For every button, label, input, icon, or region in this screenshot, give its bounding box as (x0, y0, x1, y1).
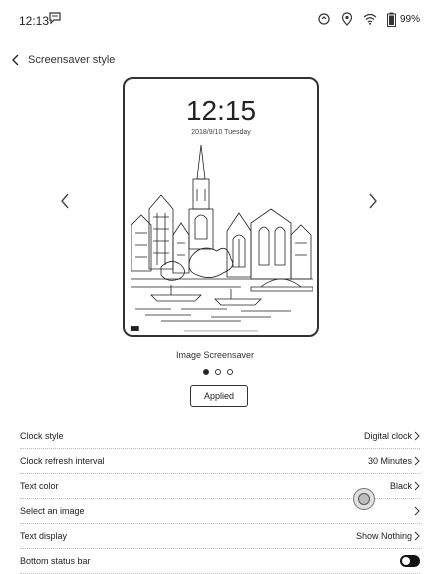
setting-label: Select an image (20, 506, 85, 516)
floating-navigation-ball[interactable] (353, 488, 375, 510)
setting-label: Clock refresh interval (20, 456, 105, 466)
sync-icon (318, 13, 330, 25)
chevron-right-icon (414, 531, 420, 541)
header: Screensaver style (10, 50, 115, 70)
preview-date: 2018/9/10 Tuesday (191, 129, 251, 136)
page-indicator (203, 369, 233, 375)
screensaver-preview: 12:15 2018/9/10 Tuesday (123, 77, 319, 337)
battery-icon (386, 12, 396, 27)
page-dot-1[interactable] (203, 369, 209, 375)
chevron-right-icon (414, 456, 420, 466)
setting-label: Bottom status bar (20, 556, 91, 566)
setting-value: Show Nothing (355, 531, 412, 541)
setting-row-clock-refresh-interval[interactable]: Clock refresh interval 30 Minutes (20, 449, 420, 474)
preview-clock: 12:15 (185, 95, 257, 126)
chevron-right-icon (414, 431, 420, 441)
page-dot-3[interactable] (227, 369, 233, 375)
wifi-icon (363, 13, 377, 25)
city-sketch-image (131, 144, 313, 322)
location-icon (341, 12, 353, 26)
back-chevron-icon[interactable] (10, 53, 22, 67)
status-icons: 99% (317, 10, 420, 28)
setting-row-bottom-status-bar: Bottom status bar (20, 549, 420, 574)
setting-label: Clock style (20, 431, 64, 441)
setting-value: Digital clock (363, 431, 412, 441)
setting-label: Text display (20, 531, 68, 541)
status-bar: 12:13 99% (0, 0, 430, 40)
battery-percent: 99% (399, 13, 420, 25)
next-style-chevron-icon[interactable] (366, 190, 380, 212)
previous-style-chevron-icon[interactable] (58, 190, 72, 212)
preview-status-bar (130, 326, 259, 332)
setting-label: Text color (20, 481, 59, 491)
status-time: 12:13 (19, 14, 50, 28)
applied-button[interactable]: Applied (190, 385, 248, 407)
page-dot-2[interactable] (215, 369, 221, 375)
bottom-status-bar-toggle[interactable] (400, 555, 420, 567)
setting-value: 30 Minutes (367, 456, 412, 466)
chevron-right-icon (414, 481, 420, 491)
screensaver-caption: Image Screensaver (175, 350, 255, 360)
setting-row-text-display[interactable]: Text display Show Nothing (20, 524, 420, 549)
chat-icon (49, 12, 61, 25)
chevron-right-icon (414, 506, 420, 516)
setting-row-clock-style[interactable]: Clock style Digital clock (20, 424, 420, 449)
page-title: Screensaver style (28, 54, 116, 66)
setting-value: Black (389, 481, 412, 491)
